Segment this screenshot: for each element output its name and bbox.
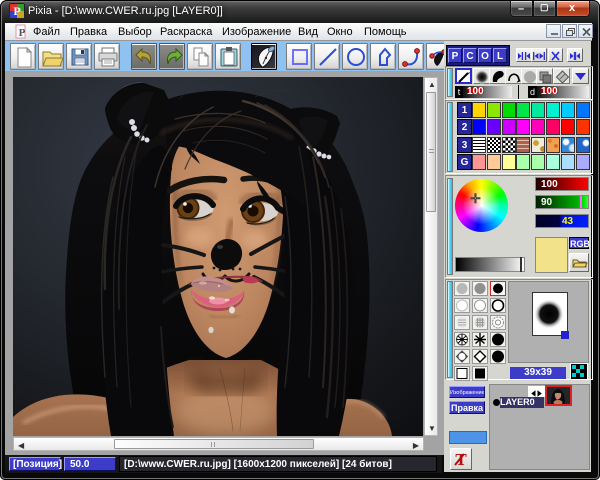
- svg-text:P: P: [19, 27, 26, 39]
- svg-text:T: T: [455, 450, 467, 469]
- svg-text:P: P: [13, 4, 20, 18]
